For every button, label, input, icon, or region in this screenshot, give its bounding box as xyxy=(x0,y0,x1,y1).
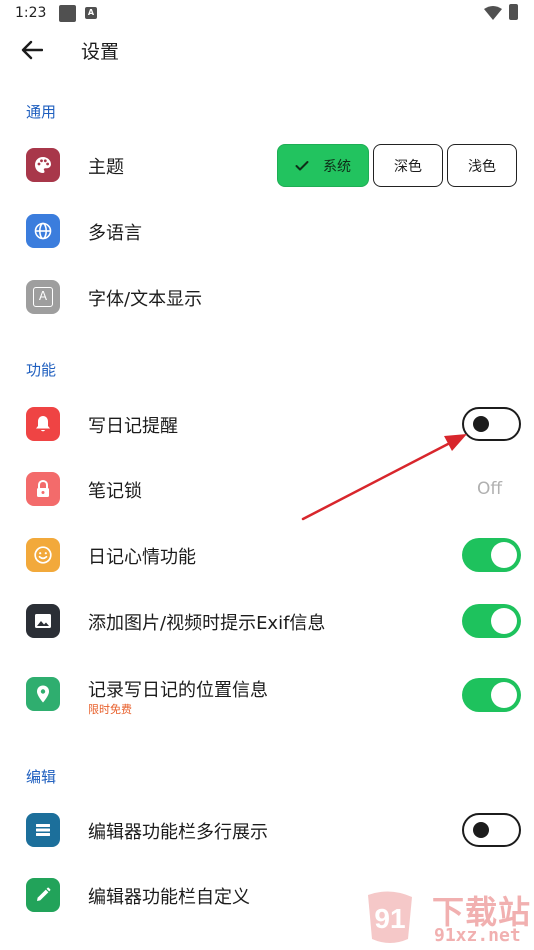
setting-row-mood[interactable]: 日记心情功能 xyxy=(0,523,534,585)
setting-row-reminder[interactable]: 写日记提醒 xyxy=(0,393,534,455)
section-header-features: 功能 xyxy=(26,361,57,379)
notification-square-icon xyxy=(59,5,76,22)
smiley-icon xyxy=(26,538,60,572)
pencil-icon xyxy=(26,878,60,912)
setting-row-exif[interactable]: 添加图片/视频时提示Exif信息 xyxy=(0,589,534,651)
location-pin-icon xyxy=(26,677,60,711)
status-bar: 1:23 A xyxy=(0,0,534,28)
theme-option-dark[interactable]: 深色 xyxy=(373,144,443,187)
setting-row-font[interactable]: A 字体/文本显示 xyxy=(0,265,534,327)
multiline-toggle[interactable] xyxy=(462,813,521,847)
wifi-icon xyxy=(484,6,502,20)
row-label-theme: 主题 xyxy=(88,157,124,178)
font-a-icon: A xyxy=(26,280,60,314)
section-header-editor: 编辑 xyxy=(26,768,57,786)
back-button[interactable] xyxy=(18,36,46,64)
mood-toggle[interactable] xyxy=(462,538,521,572)
exif-toggle[interactable] xyxy=(462,604,521,638)
toggle-knob xyxy=(491,608,517,634)
row-label-multiline: 编辑器功能栏多行展示 xyxy=(88,822,268,843)
toggle-knob xyxy=(491,542,517,568)
row-label-lock: 笔记锁 xyxy=(88,481,142,502)
setting-row-language[interactable]: 多语言 xyxy=(0,199,534,261)
row-label-location: 记录写日记的位置信息 xyxy=(88,680,268,701)
limited-free-badge: 限时免费 xyxy=(88,703,132,716)
app-bar: 设置 xyxy=(0,28,534,74)
palette-icon xyxy=(26,148,60,182)
setting-row-multiline[interactable]: 编辑器功能栏多行展示 xyxy=(0,798,534,860)
section-header-general: 通用 xyxy=(26,103,57,121)
bell-icon xyxy=(26,407,60,441)
arrow-left-icon xyxy=(21,40,43,60)
row-label-language: 多语言 xyxy=(88,223,142,244)
setting-row-lock[interactable]: 笔记锁 Off xyxy=(0,458,534,520)
image-icon xyxy=(26,604,60,638)
page-title: 设置 xyxy=(81,41,120,63)
toggle-knob xyxy=(473,822,489,838)
theme-segmented-control: 系统 深色 浅色 xyxy=(277,144,517,187)
reminder-toggle[interactable] xyxy=(462,407,521,441)
row-label-exif: 添加图片/视频时提示Exif信息 xyxy=(88,613,326,634)
notification-a-icon: A xyxy=(85,7,97,19)
theme-option-system[interactable]: 系统 xyxy=(277,144,369,187)
toggle-knob xyxy=(491,682,517,708)
theme-option-light[interactable]: 浅色 xyxy=(447,144,517,187)
check-icon xyxy=(295,160,309,170)
status-time: 1:23 xyxy=(15,5,47,21)
svg-text:91: 91 xyxy=(374,903,405,934)
setting-row-location[interactable]: 记录写日记的位置信息 限时免费 xyxy=(0,655,534,729)
battery-icon xyxy=(509,4,518,20)
location-toggle[interactable] xyxy=(462,678,521,712)
site-watermark: 91 下载站 91xz.net xyxy=(360,885,532,950)
row-label-reminder: 写日记提醒 xyxy=(88,416,178,437)
globe-icon xyxy=(26,214,60,248)
lock-status-value: Off xyxy=(477,479,503,499)
watermark-url: 91xz.net xyxy=(434,925,521,946)
row-label-font: 字体/文本显示 xyxy=(88,289,203,310)
toggle-knob xyxy=(473,416,489,432)
row-label-custom: 编辑器功能栏自定义 xyxy=(88,887,250,908)
row-label-mood: 日记心情功能 xyxy=(88,547,196,568)
theme-option-system-label: 系统 xyxy=(323,158,351,175)
theme-option-dark-label: 深色 xyxy=(394,158,422,175)
lock-icon xyxy=(26,472,60,506)
watermark-logo: 91 xyxy=(368,891,412,943)
list-icon xyxy=(26,813,60,847)
theme-option-light-label: 浅色 xyxy=(468,158,496,175)
